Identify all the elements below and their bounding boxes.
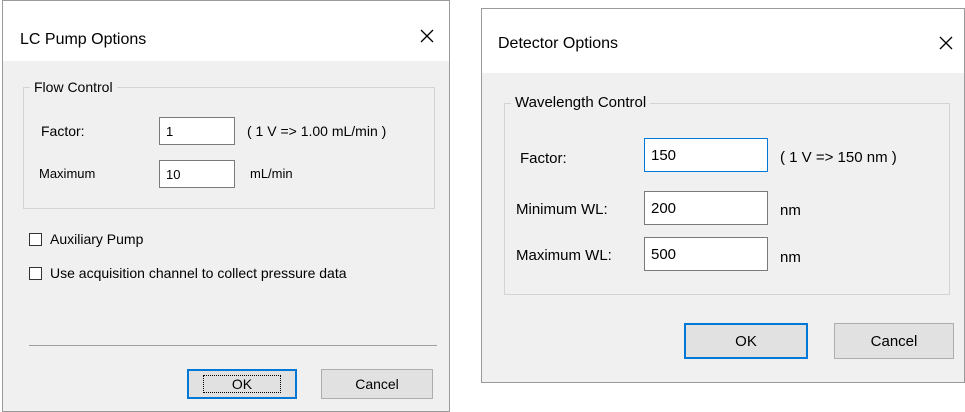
- pressure-data-label[interactable]: Use acquisition channel to collect press…: [50, 265, 347, 281]
- detector-options-dialog: Detector Options Wavelength Control Fact…: [481, 8, 965, 383]
- maximum-wl-input[interactable]: [644, 237, 768, 271]
- auxiliary-pump-checkbox[interactable]: [29, 233, 42, 246]
- wl-factor-hint: ( 1 V => 150 nm ): [780, 149, 897, 166]
- pressure-data-checkbox[interactable]: [29, 267, 42, 280]
- detector-cancel-button[interactable]: Cancel: [834, 323, 954, 359]
- lc-pump-titlebar: LC Pump Options: [3, 1, 449, 61]
- lc-cancel-button[interactable]: Cancel: [321, 369, 433, 399]
- flow-maximum-input[interactable]: [159, 160, 235, 188]
- minimum-wl-unit: nm: [780, 202, 801, 219]
- maximum-label: Maximum: [39, 166, 96, 181]
- maximum-wl-unit: nm: [780, 249, 801, 266]
- flow-maximum-unit: mL/min: [250, 166, 293, 181]
- factor-label: Factor:: [520, 150, 567, 167]
- wavelength-control-legend: Wavelength Control: [511, 94, 651, 111]
- minimum-wl-input[interactable]: [644, 191, 768, 225]
- detector-titlebar: Detector Options: [482, 9, 964, 73]
- auxiliary-pump-label[interactable]: Auxiliary Pump: [50, 231, 143, 247]
- minimum-wl-label: Minimum WL:: [516, 201, 608, 218]
- close-icon[interactable]: [938, 35, 958, 55]
- detector-ok-button[interactable]: OK: [684, 323, 808, 359]
- flow-control-legend: Flow Control: [30, 79, 117, 95]
- dialog-title: LC Pump Options: [20, 31, 147, 48]
- dialog-separator: [29, 345, 437, 346]
- flow-factor-hint: ( 1 V => 1.00 mL/min ): [247, 123, 387, 139]
- dialog-title: Detector Options: [498, 35, 619, 52]
- flow-factor-input[interactable]: [159, 117, 235, 145]
- wl-factor-input[interactable]: [644, 138, 768, 172]
- close-icon[interactable]: [419, 28, 439, 48]
- maximum-wl-label: Maximum WL:: [516, 247, 612, 264]
- lc-pump-options-dialog: LC Pump Options Flow Control Factor: ( 1…: [2, 0, 450, 412]
- lc-ok-button[interactable]: OK: [187, 369, 297, 399]
- factor-label: Factor:: [41, 123, 85, 139]
- flow-control-group: Flow Control: [23, 79, 435, 209]
- lc-ok-label: OK: [202, 375, 282, 393]
